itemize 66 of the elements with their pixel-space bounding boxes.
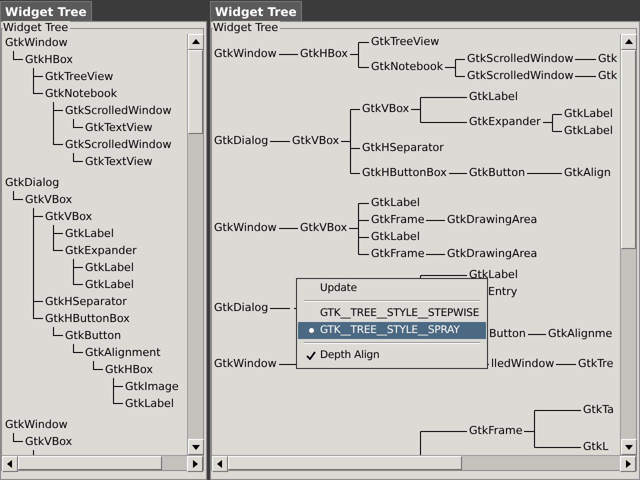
scrollbar-thumb[interactable]	[228, 456, 462, 470]
right-arrow-icon	[624, 460, 632, 468]
tree-node[interactable]: GtkHButtonBox	[45, 312, 130, 325]
menu-item[interactable]: GTK__TREE__STYLE__STEPWISE	[298, 305, 486, 322]
tree-node[interactable]: GtkTextView	[85, 121, 153, 134]
scroll-arrow-button[interactable]	[188, 34, 204, 50]
down-arrow-icon	[192, 443, 200, 451]
tree-node[interactable]: GtkHSeparator	[362, 140, 446, 156]
tree-node[interactable]: GtkTextView	[85, 155, 153, 168]
vertical-scrollbar[interactable]	[620, 34, 636, 455]
tree-node[interactable]: GtkLabel	[65, 227, 114, 240]
tree-node[interactable]: GtkAlign	[564, 165, 613, 181]
left-arrow-icon	[6, 460, 14, 468]
scrollbar-thumb[interactable]	[621, 50, 636, 249]
left-arrow-icon	[216, 460, 224, 468]
tree-node[interactable]: GtkButton	[65, 329, 122, 342]
scrollbar-thumb[interactable]	[188, 50, 203, 134]
right-arrow-icon	[191, 460, 199, 468]
menu-item[interactable]: GTK__TREE__STYLE__SPRAY	[298, 322, 486, 339]
down-arrow-icon	[625, 443, 633, 451]
tree-node[interactable]: GtkAlignme	[548, 326, 614, 342]
tree-node[interactable]: GtkImage	[125, 380, 179, 393]
tree-node[interactable]: GtkDialog	[5, 176, 60, 189]
menu-item[interactable]: Depth Align	[298, 347, 486, 364]
tree-node[interactable]: GtkDialog	[214, 133, 270, 149]
tree-node[interactable]: Entry	[488, 284, 520, 300]
checkmark-icon	[306, 351, 316, 360]
tree-node[interactable]: GtkExpander	[469, 114, 543, 130]
menu-item[interactable]: Update	[298, 280, 486, 297]
tree-node[interactable]: GtkWindow	[5, 418, 68, 431]
tree-node[interactable]: GtkVBox	[25, 193, 72, 206]
tree-node[interactable]: GtkScrolledWindow	[65, 104, 172, 117]
up-arrow-icon	[625, 38, 633, 46]
frame-label: Widget Tree	[213, 21, 280, 35]
tree-node[interactable]: GtkLabel	[85, 278, 134, 291]
tree-node[interactable]: GtkScrolledWindow	[65, 138, 172, 151]
up-arrow-icon	[192, 38, 200, 46]
tree-node[interactable]: GtkDrawingArea	[447, 212, 540, 228]
tree-node[interactable]: GtkExpander	[65, 244, 137, 257]
scroll-arrow-button[interactable]	[621, 34, 637, 50]
tree-node[interactable]: GtkVBox	[45, 210, 92, 223]
tree-node[interactable]: GtkNotebook	[45, 87, 118, 100]
horizontal-scrollbar[interactable]	[2, 455, 203, 470]
tree-node[interactable]: GtkHSeparator	[45, 295, 127, 308]
scrollbar-thumb[interactable]	[18, 456, 162, 470]
scroll-arrow-button[interactable]	[188, 439, 204, 455]
tree-node[interactable]: GtkDrawingArea	[447, 246, 540, 262]
tree-node[interactable]: GtkTreeView	[45, 70, 114, 83]
horizontal-scrollbar[interactable]	[212, 455, 636, 470]
vertical-scrollbar[interactable]	[187, 34, 203, 455]
scroll-arrow-button[interactable]	[620, 456, 636, 472]
tree-node[interactable]: GtkDialog	[214, 300, 270, 316]
tab[interactable]: Widget Tree	[210, 1, 302, 21]
tree-node[interactable]: GtkWindow	[5, 36, 68, 49]
scroll-arrow-button[interactable]	[2, 456, 18, 472]
scroll-arrow-button[interactable]	[187, 456, 203, 472]
tree-node[interactable]: GtkLabel	[85, 261, 134, 274]
tab[interactable]: Widget Tree	[0, 1, 92, 21]
tree-node[interactable]: GtkHBox	[25, 53, 73, 66]
frame-label: Widget Tree	[3, 21, 70, 35]
tree-node[interactable]: GtkLabel	[125, 397, 174, 410]
tree-node[interactable]: GtkHBox	[105, 363, 153, 376]
scroll-arrow-button[interactable]	[212, 456, 228, 472]
tree-node[interactable]: GtkAlignment	[85, 346, 161, 359]
tree-node[interactable]: GtkVBox	[25, 435, 72, 448]
scroll-arrow-button[interactable]	[621, 439, 637, 455]
